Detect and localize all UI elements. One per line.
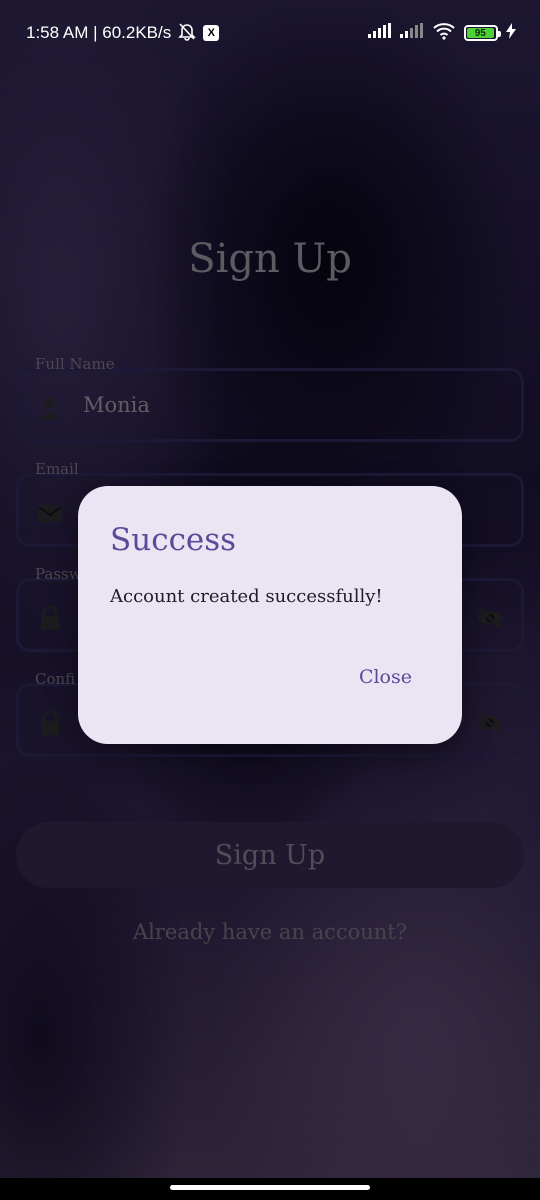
status-right: 95 bbox=[368, 22, 516, 45]
dialog-message: Account created successfully! bbox=[110, 586, 383, 607]
app-screen: 1:58 AM | 60.2KB/s X 95 Sign Up Full Nam… bbox=[0, 0, 540, 1200]
charging-icon bbox=[506, 22, 516, 44]
x-app-icon: X bbox=[203, 25, 220, 41]
dialog-title: Success bbox=[110, 522, 237, 558]
battery-level: 95 bbox=[467, 28, 494, 39]
navigation-bar bbox=[0, 1178, 540, 1200]
status-left: 1:58 AM | 60.2KB/s X bbox=[26, 21, 220, 46]
wifi-icon bbox=[432, 22, 456, 45]
status-bar: 1:58 AM | 60.2KB/s X 95 bbox=[0, 0, 540, 66]
signal-icon bbox=[368, 22, 392, 44]
close-button[interactable]: Close bbox=[359, 666, 412, 688]
bell-off-icon bbox=[177, 21, 197, 46]
home-gesture-handle[interactable] bbox=[170, 1185, 370, 1190]
status-time-speed: 1:58 AM | 60.2KB/s bbox=[26, 23, 172, 42]
signal-secondary-icon bbox=[400, 22, 424, 44]
battery-icon: 95 bbox=[464, 25, 501, 41]
success-dialog: Success Account created successfully! Cl… bbox=[78, 486, 462, 744]
